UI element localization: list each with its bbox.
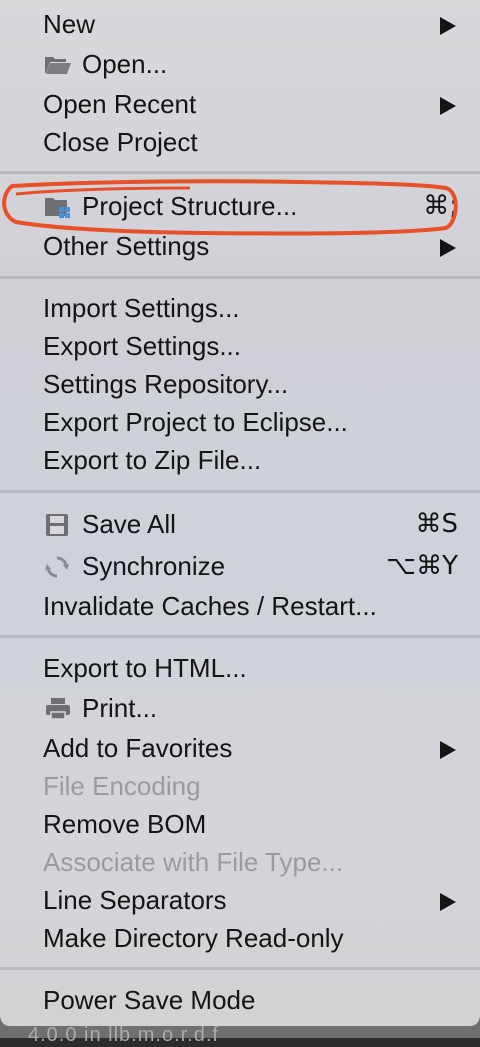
- menu-item-print-label: Print...: [82, 693, 158, 723]
- shortcut-label: ⌘S: [415, 509, 458, 539]
- menu-item-new[interactable]: New: [0, 5, 480, 43]
- sync-icon: [44, 555, 72, 579]
- menu-item-export-zip[interactable]: Export to Zip File...: [0, 441, 480, 479]
- menu-item-synchronize[interactable]: Synchronize ⌥⌘Y: [0, 547, 480, 585]
- menu-item-open-recent-label: Open Recent: [43, 89, 197, 119]
- menu-item-invalidate-caches-label: Invalidate Caches / Restart...: [43, 591, 377, 621]
- menu-item-print[interactable]: Print...: [0, 689, 480, 727]
- menu-item-export-settings[interactable]: Export Settings...: [0, 327, 480, 365]
- menu-separator: [0, 276, 480, 279]
- menu-item-open-recent[interactable]: Open Recent: [0, 85, 480, 123]
- save-icon: [44, 513, 72, 537]
- submenu-arrow-icon: [440, 893, 456, 911]
- menu-item-close-project-label: Close Project: [43, 127, 198, 157]
- submenu-arrow-icon: [440, 97, 456, 115]
- menu-item-remove-bom-label: Remove BOM: [43, 809, 207, 839]
- menu-item-settings-repository-label: Settings Repository...: [43, 369, 289, 399]
- menu-item-open[interactable]: Open...: [0, 45, 480, 83]
- menu-item-import-settings[interactable]: Import Settings...: [0, 289, 480, 327]
- menu-item-export-html-label: Export to HTML...: [43, 653, 247, 683]
- menu-item-power-save-label: Power Save Mode: [43, 985, 256, 1015]
- menu-item-associate-file-type: Associate with File Type...: [0, 843, 480, 881]
- folder-icon: [44, 53, 72, 77]
- menu-item-synchronize-label: Synchronize: [82, 551, 226, 581]
- menu-item-make-readonly-label: Make Directory Read-only: [43, 923, 344, 953]
- menu-item-power-save[interactable]: Power Save Mode: [0, 981, 480, 1019]
- menu-separator: [0, 171, 480, 174]
- menu-item-new-label: New: [43, 9, 96, 39]
- shortcut-label: ⌘;: [423, 191, 458, 221]
- menu-item-remove-bom[interactable]: Remove BOM: [0, 805, 480, 843]
- menu-item-settings-repository[interactable]: Settings Repository...: [0, 365, 480, 403]
- menu-item-close-project[interactable]: Close Project: [0, 123, 480, 161]
- printer-icon: [44, 697, 72, 721]
- project-structure-icon: [44, 195, 72, 219]
- background-text: 4.0.0 in llb.m.o.r.d.f: [28, 1024, 219, 1046]
- menu-item-file-encoding-label: File Encoding: [43, 771, 201, 801]
- menu-item-other-settings-label: Other Settings: [43, 231, 210, 261]
- menu-item-save-all-label: Save All: [82, 509, 176, 539]
- menu-item-line-separators-label: Line Separators: [43, 885, 227, 915]
- file-menu: New Open... Open Recent Close Project Pr…: [0, 0, 480, 1026]
- submenu-arrow-icon: [440, 239, 456, 257]
- menu-separator: [0, 490, 480, 493]
- menu-item-other-settings[interactable]: Other Settings: [0, 227, 480, 265]
- menu-item-export-zip-label: Export to Zip File...: [43, 445, 262, 475]
- menu-separator: [0, 967, 480, 970]
- menu-item-file-encoding: File Encoding: [0, 767, 480, 805]
- shortcut-label: ⌥⌘Y: [386, 551, 458, 581]
- menu-item-export-eclipse[interactable]: Export Project to Eclipse...: [0, 403, 480, 441]
- menu-separator: [0, 635, 480, 638]
- submenu-arrow-icon: [440, 17, 456, 35]
- menu-item-invalidate-caches[interactable]: Invalidate Caches / Restart...: [0, 587, 480, 625]
- menu-item-project-structure[interactable]: Project Structure... ⌘;: [0, 187, 480, 225]
- menu-item-export-eclipse-label: Export Project to Eclipse...: [43, 407, 348, 437]
- menu-item-line-separators[interactable]: Line Separators: [0, 881, 480, 919]
- menu-item-export-html[interactable]: Export to HTML...: [0, 649, 480, 687]
- menu-item-import-settings-label: Import Settings...: [43, 293, 240, 323]
- menu-item-make-readonly[interactable]: Make Directory Read-only: [0, 919, 480, 957]
- submenu-arrow-icon: [440, 741, 456, 759]
- menu-item-associate-file-type-label: Associate with File Type...: [43, 847, 344, 877]
- menu-item-save-all[interactable]: Save All ⌘S: [0, 505, 480, 543]
- menu-item-project-structure-label: Project Structure...: [82, 191, 298, 221]
- menu-item-add-favorites-label: Add to Favorites: [43, 733, 233, 763]
- menu-item-add-favorites[interactable]: Add to Favorites: [0, 729, 480, 767]
- menu-item-open-label: Open...: [82, 49, 168, 79]
- menu-item-export-settings-label: Export Settings...: [43, 331, 241, 361]
